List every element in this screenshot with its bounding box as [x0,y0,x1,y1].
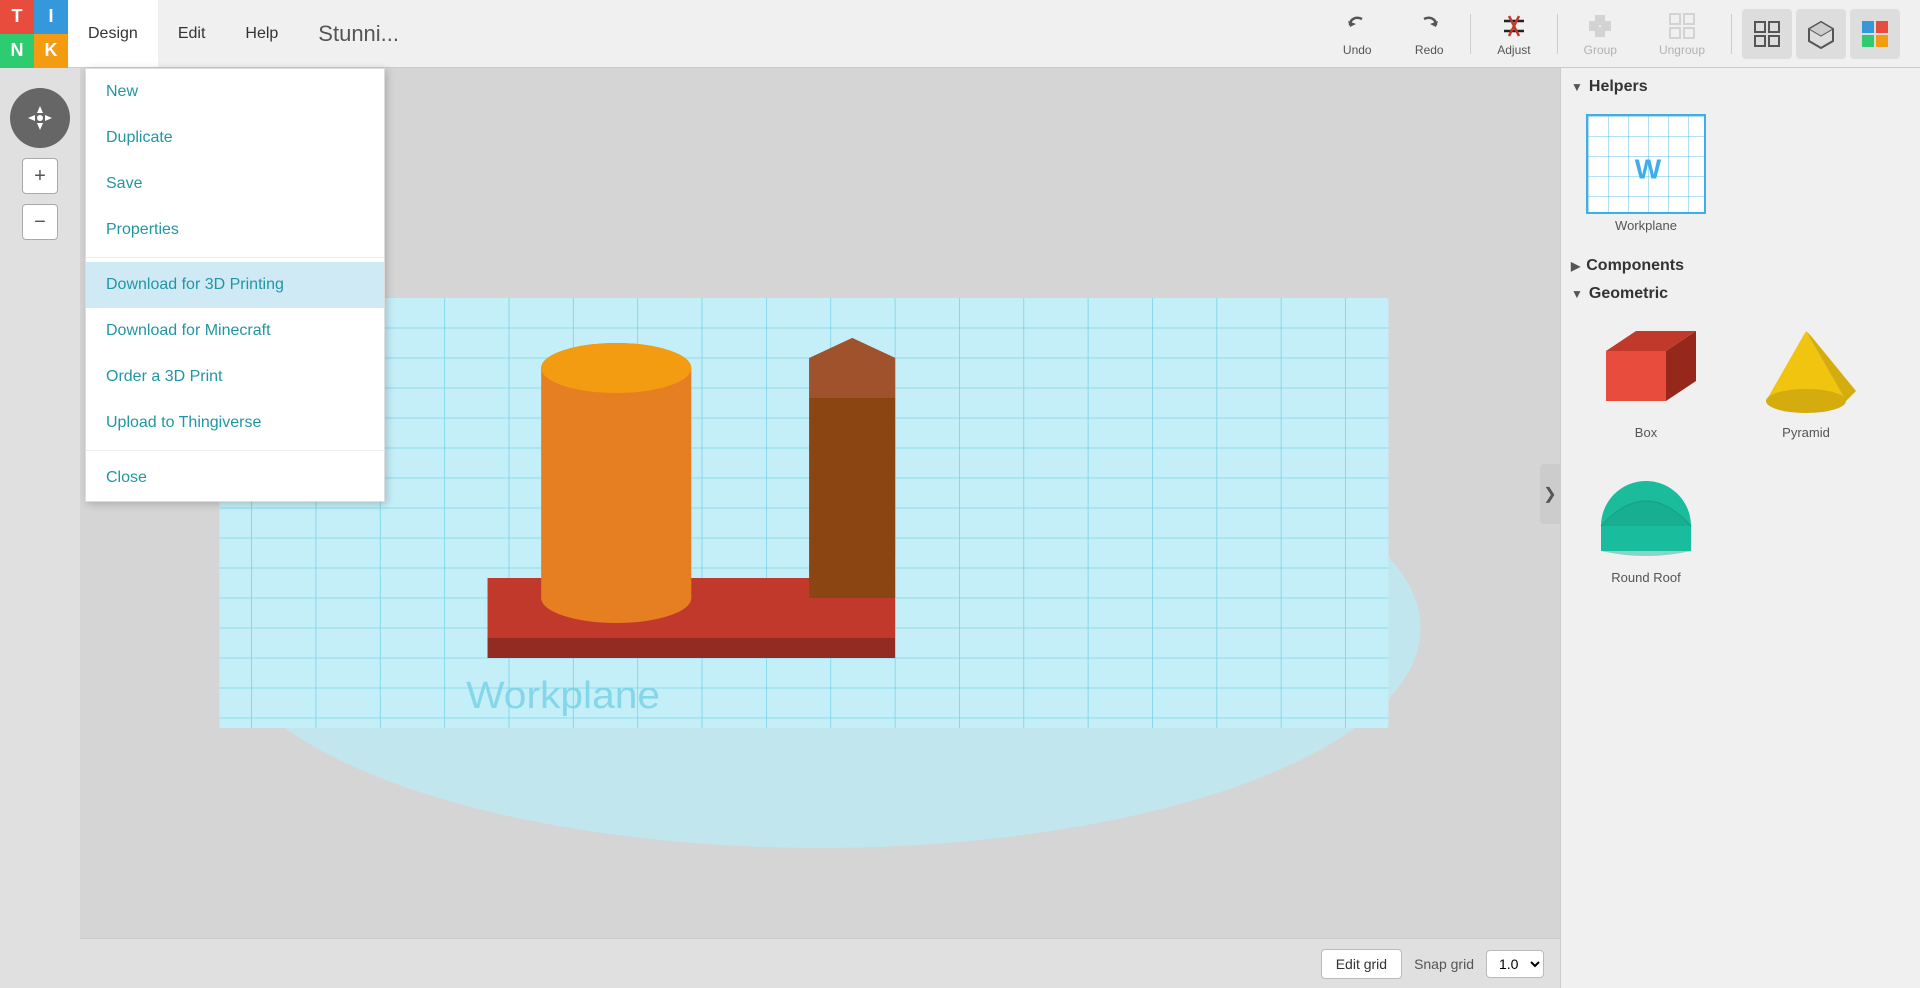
components-label: Components [1586,257,1684,275]
menu-order-3d[interactable]: Order a 3D Print [86,354,384,400]
nav-edit[interactable]: Edit [158,0,226,67]
pyramid-label: Pyramid [1782,425,1830,440]
zoom-out-button[interactable]: − [22,204,58,240]
undo-button[interactable]: Undo [1326,7,1388,61]
view-mode-buttons [1742,9,1900,59]
logo-k: K [34,34,68,68]
adjust-label: Adjust [1497,43,1530,57]
box-label: Box [1635,425,1657,440]
nav-design[interactable]: Design [68,0,158,67]
menu-upload-thingiverse[interactable]: Upload to Thingiverse [86,400,384,446]
geometric-section-header[interactable]: ▼ Geometric [1571,285,1910,303]
logo-t: T [0,0,34,34]
helpers-triangle: ▼ [1571,80,1583,94]
round-roof-shape-item[interactable]: Round Roof [1571,458,1721,593]
box-shape-item[interactable]: Box [1571,313,1721,448]
bottom-bar: Edit grid Snap grid 0.1 0.5 1.0 2.0 5.0 [80,938,1560,988]
grid-view-button[interactable] [1742,9,1792,59]
divider-1 [1470,14,1471,54]
components-triangle: ▶ [1571,259,1580,273]
nav-edit-label: Edit [178,25,206,43]
snap-grid-label: Snap grid [1414,956,1474,972]
helpers-label: Helpers [1589,78,1648,96]
menu-duplicate[interactable]: Duplicate [86,115,384,161]
helpers-section-header[interactable]: ▼ Helpers [1571,78,1910,96]
round-roof-label: Round Roof [1611,570,1680,585]
svg-text:W: W [1635,153,1662,184]
group-button[interactable]: Group [1568,7,1633,61]
workplane-label: Workplane [1615,218,1677,233]
navigation-circle[interactable] [10,88,70,148]
blocks-view-button[interactable] [1850,9,1900,59]
workplane-item[interactable]: W Workplane [1571,106,1721,241]
zoom-in-button[interactable]: + [22,158,58,194]
toolbar-right: Undo Redo Adjust [1326,7,1920,61]
geometric-grid: Box Pyramid [1571,313,1910,593]
divider-2 [1557,14,1558,54]
components-section-header[interactable]: ▶ Components [1571,257,1910,275]
divider-3 [1731,14,1732,54]
adjust-button[interactable]: Adjust [1481,7,1546,61]
project-title: Stunni... [318,21,399,47]
menu-close[interactable]: Close [86,455,384,501]
nav-menu: Design Edit Help [68,0,298,67]
undo-label: Undo [1343,43,1372,57]
logo-i: I [34,0,68,34]
snap-grid-select[interactable]: 0.1 0.5 1.0 2.0 5.0 [1486,950,1544,978]
topbar: T I N K Design Edit Help Stunni... Undo [0,0,1920,68]
menu-divider-2 [86,450,384,451]
menu-download-minecraft[interactable]: Download for Minecraft [86,308,384,354]
redo-label: Redo [1415,43,1444,57]
collapse-panel-arrow[interactable]: ❯ [1540,464,1560,524]
geometric-triangle: ▼ [1571,287,1583,301]
edit-grid-button[interactable]: Edit grid [1321,949,1402,979]
svg-text:Workplane: Workplane [466,674,660,716]
menu-properties[interactable]: Properties [86,207,384,253]
logo-n: N [0,34,34,68]
nav-help-label: Help [245,25,278,43]
menu-save[interactable]: Save [86,161,384,207]
menu-divider-1 [86,257,384,258]
helpers-grid: W Workplane [1571,106,1910,241]
design-dropdown-menu: New Duplicate Save Properties Download f… [85,68,385,502]
menu-download-3d[interactable]: Download for 3D Printing [86,262,384,308]
pyramid-shape-item[interactable]: Pyramid [1731,313,1881,448]
nav-design-label: Design [88,25,138,43]
geometric-label: Geometric [1589,285,1668,303]
nav-help[interactable]: Help [225,0,298,67]
ungroup-label: Ungroup [1659,43,1705,57]
redo-button[interactable]: Redo [1398,7,1460,61]
group-label: Group [1584,43,1617,57]
left-sidebar: + − [0,68,80,988]
right-panel: ▼ Helpers W Workplane ▶ [1560,68,1920,988]
menu-new[interactable]: New [86,69,384,115]
3d-view-button[interactable] [1796,9,1846,59]
logo[interactable]: T I N K [0,0,68,68]
ungroup-button[interactable]: Ungroup [1643,7,1721,61]
